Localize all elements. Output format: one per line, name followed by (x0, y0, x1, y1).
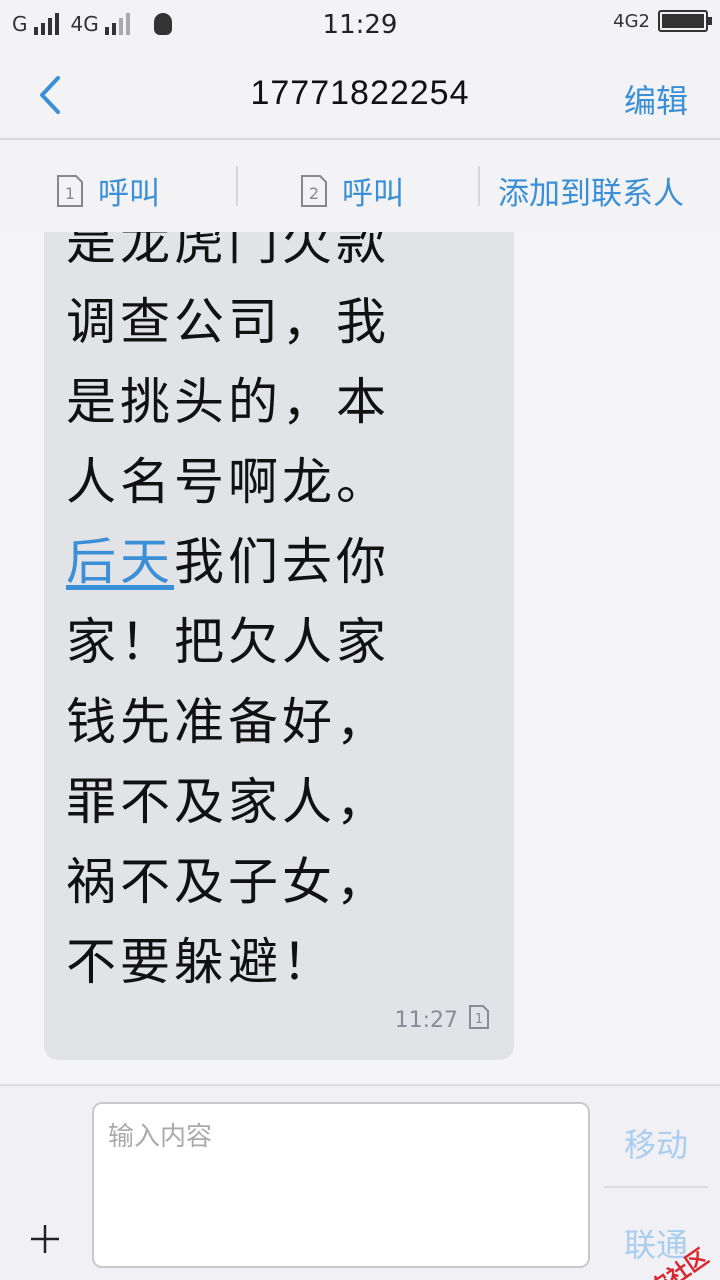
sim1-icon: 1 (56, 174, 84, 208)
message-input[interactable]: 输入内容 (92, 1102, 590, 1268)
message-line: 调查公司，我 (66, 293, 390, 351)
message-line: 是龙虎门欠款 (66, 232, 390, 271)
composer-bar: 输入内容 移动 联通 (0, 1084, 720, 1280)
call-sim1-button[interactable]: 1 呼叫 (56, 168, 160, 213)
message-list[interactable]: 是龙虎门欠款 调查公司，我 是挑头的，本 人名号啊龙。 后天我们去你 家！把欠人… (0, 232, 720, 1084)
action-bar: 1 呼叫 2 呼叫 添加到联系人 (0, 140, 720, 232)
message-meta: 11:27 1 (395, 1004, 490, 1036)
title-bar: 17771822254 编辑 (0, 52, 720, 138)
message-line: 祸不及子女， (66, 853, 390, 911)
plus-icon (31, 1225, 59, 1253)
action-separator (236, 166, 238, 206)
call-sim1-label: 呼叫 (98, 176, 160, 212)
sim-badge-icon: 1 (468, 1004, 490, 1036)
move-button[interactable]: 移动 (604, 1120, 708, 1166)
message-time: 11:27 (394, 1007, 458, 1033)
svg-text:1: 1 (65, 184, 75, 203)
edit-button[interactable]: 编辑 (624, 76, 688, 122)
message-text: 是龙虎门欠款 调查公司，我 是挑头的，本 人名号啊龙。 后天我们去你 家！把欠人… (66, 232, 390, 1002)
page-title: 17771822254 (250, 74, 470, 112)
message-line: 钱先准备好， (66, 693, 390, 751)
message-bubble[interactable]: 是龙虎门欠款 调查公司，我 是挑头的，本 人名号啊龙。 后天我们去你 家！把欠人… (44, 232, 514, 1060)
message-line: 人名号啊龙。 (66, 453, 390, 511)
status-time: 11:29 (322, 10, 398, 40)
message-line-rest: 我们去你 (174, 533, 390, 591)
svg-text:2: 2 (309, 184, 319, 203)
action-separator (478, 166, 480, 206)
add-to-contacts-button[interactable]: 添加到联系人 (498, 168, 684, 213)
status-right: 4G2 (613, 10, 712, 32)
message-line: 后天我们去你 (66, 522, 390, 602)
message-line: 不要躲避！ (66, 933, 336, 991)
add-attachment-button[interactable] (28, 1222, 62, 1256)
status-bar: G 4G 11:29 4G2 (0, 0, 720, 52)
call-sim2-button[interactable]: 2 呼叫 (300, 168, 404, 213)
battery-icon (658, 10, 712, 32)
sim2-icon: 2 (300, 174, 328, 208)
message-line: 是挑头的，本 (66, 373, 390, 431)
network-label: 4G2 (613, 10, 650, 32)
message-line: 罪不及家人， (66, 773, 390, 831)
message-line: 家！把欠人家 (66, 613, 390, 671)
call-sim2-label: 呼叫 (342, 176, 404, 212)
svg-text:1: 1 (475, 1012, 483, 1027)
composer-divider (604, 1186, 708, 1188)
date-link[interactable]: 后天 (66, 533, 174, 591)
